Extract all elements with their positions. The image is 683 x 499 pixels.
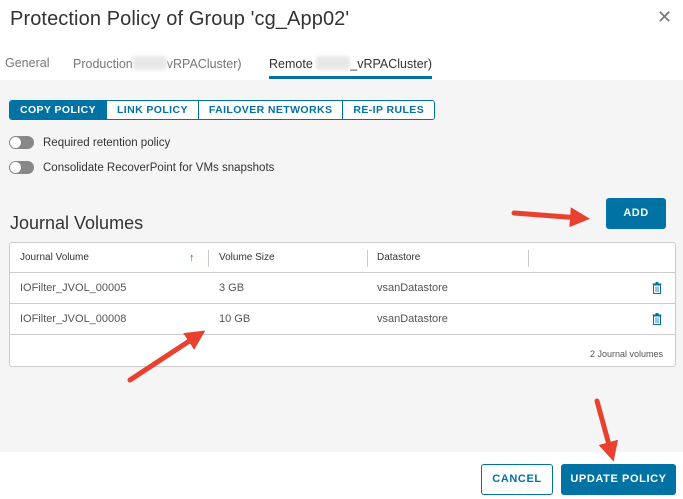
grid-header: Journal Volume ↑ Volume Size Datastore bbox=[10, 243, 675, 273]
grid-footer-count: 2 Journal volumes bbox=[589, 349, 663, 359]
table-row[interactable]: IOFilter_JVOL_00008 10 GB vsanDatastore bbox=[10, 304, 675, 335]
cell-volume-size: 10 GB bbox=[219, 313, 251, 325]
tab-link-policy[interactable]: LINK POLICY bbox=[106, 101, 199, 119]
cell-volume-size: 3 GB bbox=[219, 282, 245, 294]
table-row[interactable]: IOFilter_JVOL_00005 3 GB vsanDatastore bbox=[10, 273, 675, 304]
close-icon[interactable]: ✕ bbox=[657, 8, 672, 26]
dialog-content: COPY POLICY LINK POLICY FAILOVER NETWORK… bbox=[0, 80, 683, 452]
column-header-datastore[interactable]: Datastore bbox=[377, 243, 420, 273]
consolidate-toggle-label: Consolidate RecoverPoint for VMs snapsho… bbox=[43, 161, 275, 174]
redacted-text bbox=[132, 56, 167, 70]
toggle-row-consolidate: Consolidate RecoverPoint for VMs snapsho… bbox=[9, 161, 274, 174]
tab-re-ip-rules[interactable]: RE-IP RULES bbox=[343, 101, 435, 119]
retention-toggle-label: Required retention policy bbox=[43, 136, 171, 149]
tab-remote-label: Remote bbox=[269, 57, 313, 71]
dialog-header: Protection Policy of Group 'cg_App02' ✕ bbox=[0, 0, 683, 40]
column-header-volume-size[interactable]: Volume Size bbox=[219, 243, 275, 273]
tab-failover-networks[interactable]: FAILOVER NETWORKS bbox=[198, 101, 344, 119]
toggle-row-retention: Required retention policy bbox=[9, 136, 170, 149]
column-divider bbox=[208, 250, 209, 267]
trash-icon[interactable] bbox=[652, 282, 662, 294]
update-policy-button[interactable]: UPDATE POLICY bbox=[561, 464, 676, 495]
journal-volumes-grid: Journal Volume ↑ Volume Size Datastore I… bbox=[9, 242, 676, 367]
tab-bar: General Production vRPACluster) Remote _v… bbox=[0, 48, 683, 79]
column-divider bbox=[367, 250, 368, 267]
tab-production-label: Production bbox=[73, 57, 133, 71]
trash-icon[interactable] bbox=[652, 313, 662, 325]
tab-copy-policy[interactable]: COPY POLICY bbox=[10, 101, 107, 119]
retention-toggle[interactable] bbox=[9, 136, 34, 149]
dialog-title: Protection Policy of Group 'cg_App02' bbox=[10, 8, 350, 30]
column-divider bbox=[528, 250, 529, 267]
policy-tab-group: COPY POLICY LINK POLICY FAILOVER NETWORK… bbox=[9, 100, 436, 120]
cancel-button[interactable]: CANCEL bbox=[481, 464, 553, 495]
tab-production[interactable]: Production vRPACluster) bbox=[73, 56, 242, 71]
journal-volumes-title: Journal Volumes bbox=[10, 213, 144, 233]
redacted-text bbox=[316, 56, 351, 70]
tab-remote-suffix: _vRPACluster) bbox=[350, 57, 432, 71]
arrow-up-icon[interactable]: ↑ bbox=[189, 243, 195, 273]
tab-remote[interactable]: Remote _vRPACluster) bbox=[269, 56, 432, 79]
consolidate-toggle[interactable] bbox=[9, 161, 34, 174]
add-button[interactable]: ADD bbox=[606, 198, 666, 229]
cell-journal-volume: IOFilter_JVOL_00008 bbox=[20, 313, 127, 325]
cell-journal-volume: IOFilter_JVOL_00005 bbox=[20, 282, 127, 294]
cell-datastore: vsanDatastore bbox=[377, 313, 448, 325]
tab-general[interactable]: General bbox=[5, 56, 49, 70]
dialog-footer: CANCEL UPDATE POLICY bbox=[0, 452, 683, 499]
tab-production-suffix: vRPACluster) bbox=[166, 57, 242, 71]
cell-datastore: vsanDatastore bbox=[377, 282, 448, 294]
column-header-journal-volume[interactable]: Journal Volume bbox=[20, 243, 89, 273]
